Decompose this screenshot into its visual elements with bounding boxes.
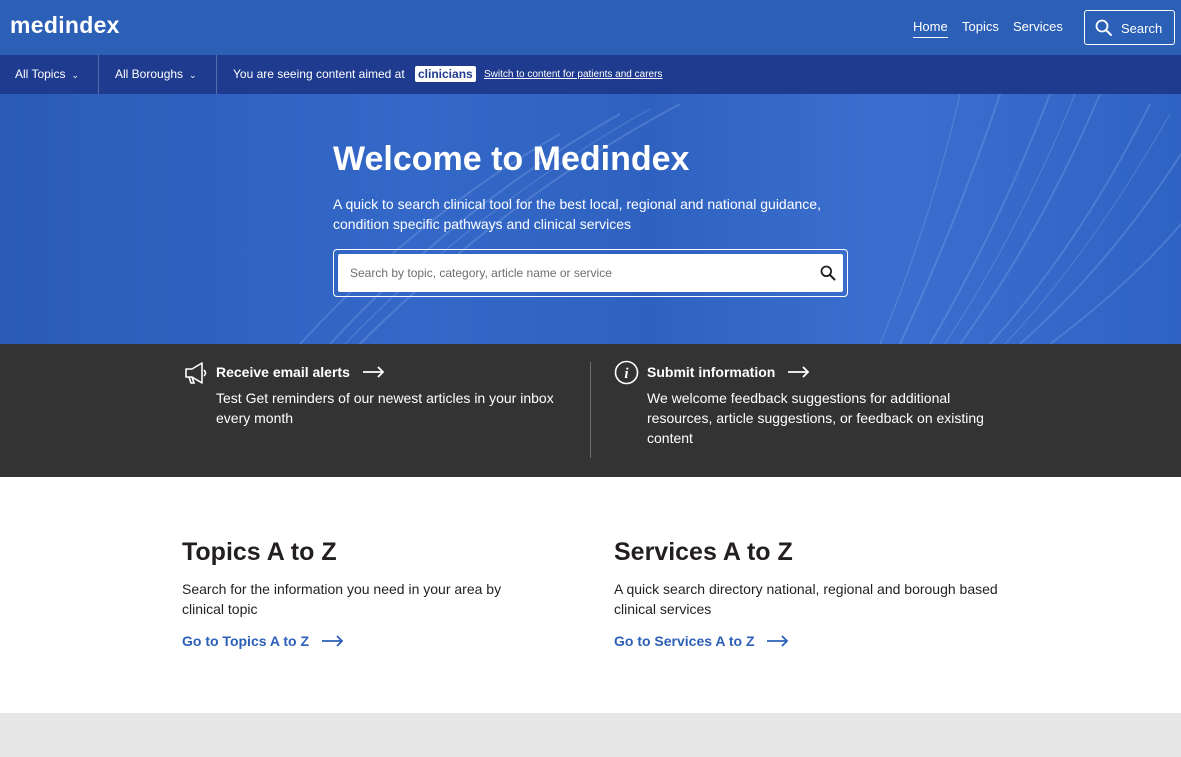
hero-title: Welcome to Medindex xyxy=(333,140,690,178)
hero-banner: Welcome to Medindex A quick to search cl… xyxy=(0,94,1181,344)
submit-information-title: Submit information xyxy=(647,364,776,380)
topics-section-text: Search for the information you need in y… xyxy=(182,581,502,617)
audience-badge: clinicians xyxy=(415,66,476,82)
go-to-topics-label: Go to Topics A to Z xyxy=(182,633,310,649)
switch-audience-link[interactable]: Switch to content for patients and carer… xyxy=(484,69,662,80)
nav-services-link[interactable]: Services xyxy=(1013,19,1063,34)
go-to-services-link[interactable]: Go to Services A to Z xyxy=(614,633,790,650)
chevron-down-icon: ⌄ xyxy=(189,70,197,80)
header-search-button[interactable]: Search xyxy=(1084,10,1175,45)
go-to-topics-link[interactable]: Go to Topics A to Z xyxy=(182,633,345,650)
arrow-right-icon xyxy=(787,365,811,381)
audience-filter-bar: All Topics ⌄ All Boroughs ⌄ You are seeing… xyxy=(0,55,1181,94)
topics-dropdown[interactable]: All Topics ⌄ xyxy=(15,55,79,94)
topics-section-title: Topics A to Z xyxy=(182,538,337,566)
audience-text: You are seeing content aimed at xyxy=(233,67,405,81)
services-section-text: A quick search directory national, regio… xyxy=(614,581,998,617)
hero-search-frame xyxy=(333,249,848,297)
services-section-title: Services A to Z xyxy=(614,538,793,566)
topics-dropdown-label: All Topics xyxy=(15,67,66,81)
search-icon xyxy=(1095,19,1113,40)
hero-search-input[interactable] xyxy=(338,254,808,292)
hero-subtitle: A quick to search clinical tool for the … xyxy=(333,196,821,232)
medindex-logo[interactable]: medindex xyxy=(10,12,120,39)
arrow-right-icon xyxy=(362,365,386,381)
svg-text:i: i xyxy=(624,366,629,382)
info-band: Receive email alerts Test Get reminders … xyxy=(0,344,1181,477)
band-divider xyxy=(590,362,591,458)
info-icon: i xyxy=(614,360,639,390)
megaphone-icon xyxy=(183,361,209,390)
arrow-right-icon xyxy=(766,634,790,650)
email-alerts-title: Receive email alerts xyxy=(216,364,350,380)
chevron-down-icon: ⌄ xyxy=(71,70,80,80)
hero-search-box xyxy=(338,254,843,292)
email-alerts-text: Test Get reminders of our newest article… xyxy=(216,390,554,426)
divider xyxy=(98,55,99,94)
boroughs-dropdown[interactable]: All Boroughs ⌄ xyxy=(115,55,197,94)
go-to-services-label: Go to Services A to Z xyxy=(614,633,755,649)
site-header: medindex Home Topics Services Search xyxy=(0,0,1181,55)
submit-information-link[interactable]: Submit information xyxy=(647,364,811,381)
nav-home-link[interactable]: Home xyxy=(913,19,948,38)
header-search-label: Search xyxy=(1121,21,1163,36)
divider xyxy=(216,55,217,94)
nav-topics-link[interactable]: Topics xyxy=(962,19,999,34)
boroughs-dropdown-label: All Boroughs xyxy=(115,67,184,81)
footer-strip xyxy=(0,713,1181,757)
email-alerts-link[interactable]: Receive email alerts xyxy=(216,364,386,381)
submit-information-text: We welcome feedback suggestions for addi… xyxy=(647,390,984,446)
arrow-right-icon xyxy=(321,634,345,650)
